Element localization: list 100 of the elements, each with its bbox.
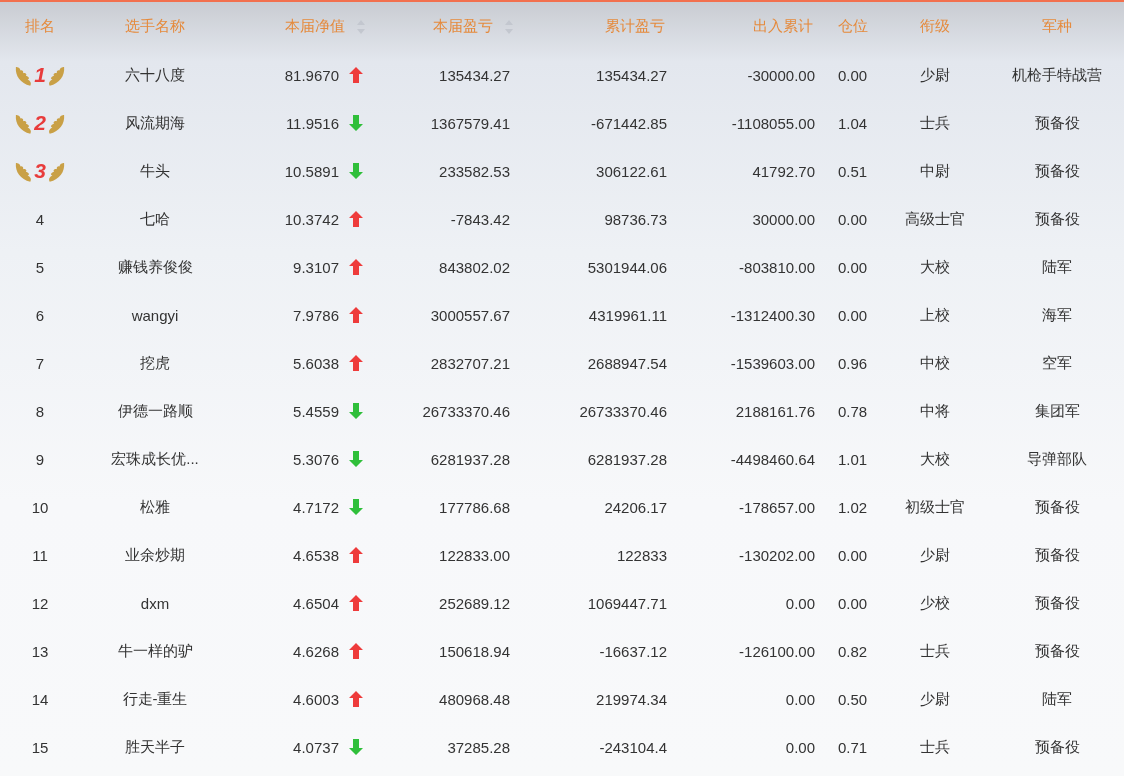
net-value: 4.7172 (293, 498, 339, 516)
player-name: 伊德一路顺 (117, 401, 193, 421)
in-out-total: 2188161.76 (735, 402, 815, 420)
military-rank: 大校 (920, 449, 950, 469)
period-profit: 122833.00 (439, 546, 510, 564)
rank-number: 10 (31, 498, 49, 516)
period-profit: 2832707.21 (430, 354, 510, 372)
position-ratio: 1.01 (837, 450, 868, 468)
position-ratio: 0.51 (837, 162, 868, 180)
in-out-total: 0.00 (785, 594, 815, 612)
column-header[interactable]: 衔级 (920, 17, 950, 36)
net-value: 81.9670 (284, 66, 339, 84)
service-branch: 机枪手特战营 (1012, 65, 1102, 85)
period-profit: 177786.68 (439, 498, 510, 516)
net-value: 4.6504 (293, 594, 339, 612)
rank-number: 15 (31, 738, 49, 756)
rank-number: 8 (35, 402, 45, 420)
column-header[interactable]: 排名 (25, 17, 55, 36)
column-header[interactable]: 出入累计 (753, 17, 813, 36)
player-name: 牛一样的驴 (117, 641, 193, 661)
military-rank: 中校 (920, 353, 950, 373)
period-profit: 3000557.67 (430, 306, 510, 324)
position-ratio: 0.00 (837, 210, 868, 228)
military-rank: 高级士官 (905, 209, 965, 229)
service-branch: 导弹部队 (1027, 449, 1087, 469)
service-branch: 预备役 (1034, 113, 1080, 133)
period-profit: 233582.53 (439, 162, 510, 180)
position-ratio: 0.00 (837, 306, 868, 324)
position-ratio: 0.78 (837, 402, 868, 420)
service-branch: 陆军 (1042, 689, 1072, 709)
in-out-total: -4498460.64 (730, 450, 815, 468)
net-value: 4.6538 (293, 546, 339, 564)
in-out-total: -178657.00 (739, 498, 815, 516)
military-rank: 中尉 (920, 161, 950, 181)
cumulative-profit: 6281937.28 (587, 450, 667, 468)
in-out-total: -1539603.00 (730, 354, 815, 372)
period-profit: 150618.94 (439, 642, 510, 660)
period-profit: -7843.42 (450, 210, 510, 228)
cumulative-profit: 2688947.54 (587, 354, 667, 372)
rank-number: 6 (35, 306, 45, 324)
in-out-total: -1108055.00 (731, 114, 815, 132)
in-out-total: -803810.00 (739, 258, 815, 276)
military-rank: 少尉 (920, 65, 950, 85)
service-branch: 预备役 (1034, 737, 1080, 757)
column-header[interactable]: 仓位 (837, 17, 868, 36)
player-name: 松雅 (140, 497, 170, 517)
cumulative-profit: -243104.4 (599, 738, 667, 756)
player-name: 风流期海 (125, 113, 185, 133)
net-value: 7.9786 (293, 306, 339, 324)
service-branch: 预备役 (1034, 161, 1080, 181)
rank-number: 7 (35, 354, 45, 372)
player-name: 业余炒期 (125, 545, 185, 565)
in-out-total: -130202.00 (739, 546, 815, 564)
service-branch: 预备役 (1034, 641, 1080, 661)
rank-number: 2 (34, 111, 46, 135)
position-ratio: 0.96 (837, 354, 868, 372)
net-value: 9.3107 (293, 258, 339, 276)
in-out-total: -126100.00 (739, 642, 815, 660)
column-header[interactable]: 军种 (1042, 17, 1072, 36)
in-out-total: 30000.00 (752, 210, 815, 228)
position-ratio: 0.00 (837, 66, 868, 84)
military-rank: 士兵 (920, 113, 950, 133)
net-value: 4.6003 (293, 690, 339, 708)
net-value: 5.6038 (293, 354, 339, 372)
military-rank: 士兵 (920, 641, 950, 661)
column-header[interactable]: 选手名称 (125, 17, 185, 36)
military-rank: 少尉 (920, 689, 950, 709)
net-value: 4.6268 (293, 642, 339, 660)
cumulative-profit: 5301944.06 (587, 258, 667, 276)
player-name: 挖虎 (140, 353, 170, 373)
net-value: 10.3742 (284, 210, 339, 228)
position-ratio: 1.02 (837, 498, 868, 516)
rank-number: 5 (35, 258, 45, 276)
cumulative-profit: 98736.73 (604, 210, 667, 228)
cumulative-profit: -671442.85 (591, 114, 667, 132)
service-branch: 集团军 (1034, 401, 1080, 421)
period-profit: 843802.02 (439, 258, 510, 276)
cumulative-profit: 122833 (616, 546, 667, 564)
player-name: 牛头 (140, 161, 170, 181)
net-value: 11.9516 (285, 114, 339, 132)
player-name: 七哈 (140, 209, 170, 229)
cumulative-profit: 24206.17 (604, 498, 667, 516)
military-rank: 少校 (920, 593, 950, 613)
rank-number: 14 (31, 690, 49, 708)
cumulative-profit: 4319961.11 (588, 306, 667, 324)
net-value: 5.3076 (293, 450, 339, 468)
military-rank: 大校 (920, 257, 950, 277)
period-profit: 480968.48 (439, 690, 510, 708)
column-header[interactable]: 累计盈亏 (605, 17, 665, 36)
rank-number: 1 (34, 63, 46, 87)
column-header[interactable]: 本届净值 (285, 17, 345, 36)
position-ratio: 1.04 (837, 114, 868, 132)
position-ratio: 0.00 (837, 546, 868, 564)
period-profit: 37285.28 (447, 738, 510, 756)
military-rank: 中将 (920, 401, 950, 421)
period-profit: 135434.27 (439, 66, 510, 84)
position-ratio: 0.00 (837, 594, 868, 612)
rank-number: 4 (35, 210, 45, 228)
period-profit: 1367579.41 (430, 114, 510, 132)
column-header[interactable]: 本届盈亏 (433, 17, 493, 36)
